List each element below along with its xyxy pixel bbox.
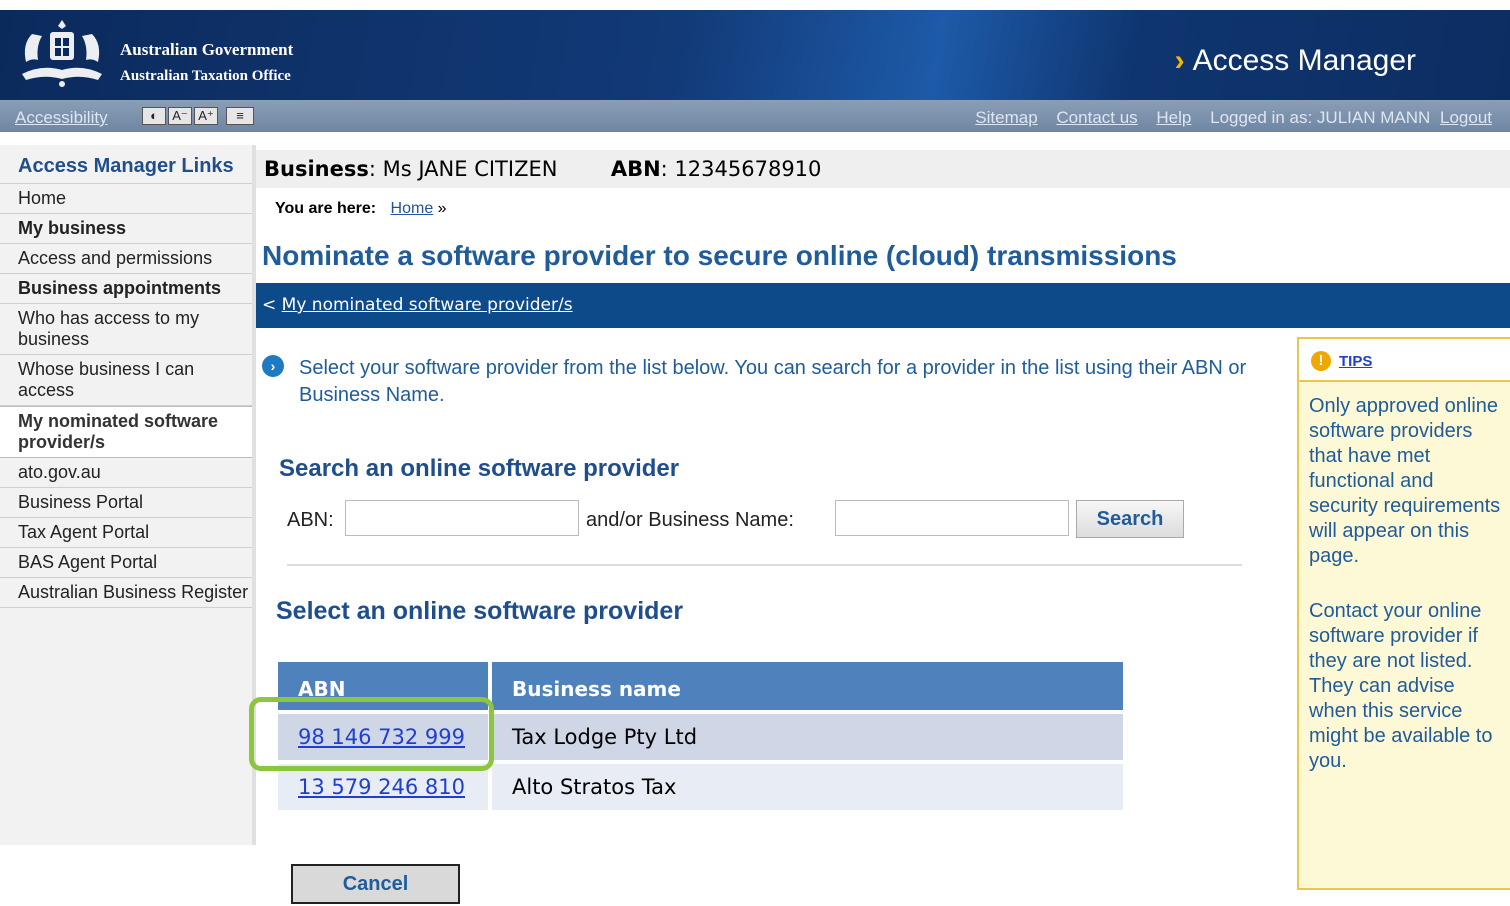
tips-line: they are not listed.: [1309, 650, 1473, 672]
search-button[interactable]: Search: [1076, 500, 1184, 538]
warning-icon: !: [1311, 351, 1331, 371]
sidebar-item-whose-business[interactable]: Whose business I can access: [0, 355, 252, 406]
chevron-right-icon: ›: [1174, 44, 1185, 77]
tips-line: Contact your online: [1309, 600, 1482, 622]
business-name-cell: Tax Lodge Pty Ltd: [492, 714, 1123, 760]
tips-line: software provider if: [1309, 625, 1478, 647]
tips-line: functional and: [1309, 470, 1434, 492]
tips-line: They can advise: [1309, 675, 1455, 697]
tips-line: you.: [1309, 750, 1347, 772]
breadcrumb: You are here: Home »: [275, 200, 447, 218]
intro-text: Select your software provider from the l…: [299, 357, 1247, 406]
business-value: Ms JANE CITIZEN: [382, 157, 558, 181]
breadcrumb-prefix: You are here:: [275, 200, 377, 217]
sidebar-item-tax-agent-portal[interactable]: Tax Agent Portal: [0, 518, 252, 548]
utility-links: Sitemap Contact us Help Logged in as: JU…: [961, 108, 1492, 128]
business-name-cell: Alto Stratos Tax: [492, 764, 1123, 810]
site-header: Australian Government Australian Taxatio…: [0, 10, 1510, 100]
contrast-icon[interactable]: ◐: [142, 107, 166, 125]
divider: [287, 564, 1242, 566]
sidebar-item-who-has-access[interactable]: Who has access to my business: [0, 304, 252, 355]
tips-line: page.: [1309, 545, 1360, 567]
business-info-bar: Business: Ms JANE CITIZEN ABN: 123456789…: [256, 150, 1510, 188]
business-name-search-input[interactable]: [835, 500, 1069, 536]
sidebar-item-abr[interactable]: Australian Business Register: [0, 578, 252, 608]
business-label: Business: [264, 157, 369, 181]
tips-line: software providers: [1309, 420, 1473, 442]
agency-name: Australian Taxation Office: [120, 68, 291, 84]
logged-in-status: Logged in as: JULIAN MANN: [1210, 108, 1431, 127]
back-arrow-icon: <: [262, 295, 277, 315]
sidebar-item-bas-agent-portal[interactable]: BAS Agent Portal: [0, 548, 252, 578]
name-search-label: and/or Business Name:: [586, 509, 794, 531]
highlight-box: [249, 697, 494, 771]
coat-of-arms-logo: [22, 20, 102, 87]
section-nav-bar: < My nominated software provider/s: [256, 283, 1510, 328]
tips-line: will appear on this: [1309, 520, 1470, 542]
select-heading: Select an online software provider: [276, 597, 684, 625]
abn-search-input[interactable]: [345, 500, 579, 536]
logout-link[interactable]: Logout: [1440, 108, 1492, 127]
tips-panel: ! TIPS Only approved online software prov…: [1297, 337, 1510, 890]
tips-paragraph-2: Contact your online software provider if…: [1299, 599, 1510, 774]
help-link[interactable]: Help: [1156, 108, 1191, 127]
tips-line: that have met: [1309, 445, 1431, 467]
government-name: Australian Government: [120, 40, 294, 59]
sidebar-heading: Access Manager Links: [0, 145, 252, 184]
sidebar-item-business-appointments[interactable]: Business appointments: [0, 274, 252, 304]
page-title: Nominate a software provider to secure o…: [262, 240, 1177, 271]
sidebar-item-my-business[interactable]: My business: [0, 214, 252, 244]
back-to-nominated-link[interactable]: My nominated software provider/s: [282, 295, 573, 315]
app-title: › Access Manager: [1175, 44, 1416, 78]
utility-bar: Accessibility ◐ A⁻ A⁺ ≡ Sitemap Contact …: [0, 100, 1510, 132]
abn-value: 12345678910: [674, 157, 822, 181]
abn-search-label: ABN:: [287, 509, 334, 531]
search-heading: Search an online software provider: [279, 455, 680, 482]
tips-paragraph-1: Only approved online software providers …: [1299, 394, 1510, 569]
sidebar-nav: Access Manager Links Home My business Ac…: [0, 145, 256, 845]
tips-line: when this service: [1309, 700, 1463, 722]
tips-line: security requirements: [1309, 495, 1501, 517]
text-larger-icon[interactable]: A⁺: [194, 107, 218, 125]
column-header-business-name: Business name: [492, 662, 1123, 710]
provider-abn-link[interactable]: 13 579 246 810: [298, 775, 465, 799]
info-arrow-icon: ›: [262, 355, 284, 377]
contact-us-link[interactable]: Contact us: [1056, 108, 1137, 127]
breadcrumb-home-link[interactable]: Home: [391, 200, 434, 217]
app-title-text: Access Manager: [1192, 44, 1416, 77]
text-view-icon[interactable]: ≡: [226, 107, 254, 125]
tips-line: might be available to: [1309, 725, 1493, 747]
accessibility-link[interactable]: Accessibility: [15, 108, 108, 128]
sitemap-link[interactable]: Sitemap: [975, 108, 1037, 127]
tips-line: Only approved online: [1309, 395, 1499, 417]
breadcrumb-separator: »: [437, 200, 447, 217]
sidebar-item-business-portal[interactable]: Business Portal: [0, 488, 252, 518]
sidebar-item-home[interactable]: Home: [0, 184, 252, 214]
sidebar-item-ato[interactable]: ato.gov.au: [0, 458, 252, 488]
cancel-button[interactable]: Cancel: [291, 864, 460, 904]
sidebar-item-access-permissions[interactable]: Access and permissions: [0, 244, 252, 274]
text-smaller-icon[interactable]: A⁻: [168, 107, 192, 125]
tips-title[interactable]: TIPS: [1339, 353, 1372, 370]
sidebar-item-nominated-provider[interactable]: My nominated software provider/s: [0, 406, 252, 458]
tips-header: ! TIPS: [1299, 339, 1510, 382]
abn-label: ABN: [610, 157, 661, 181]
